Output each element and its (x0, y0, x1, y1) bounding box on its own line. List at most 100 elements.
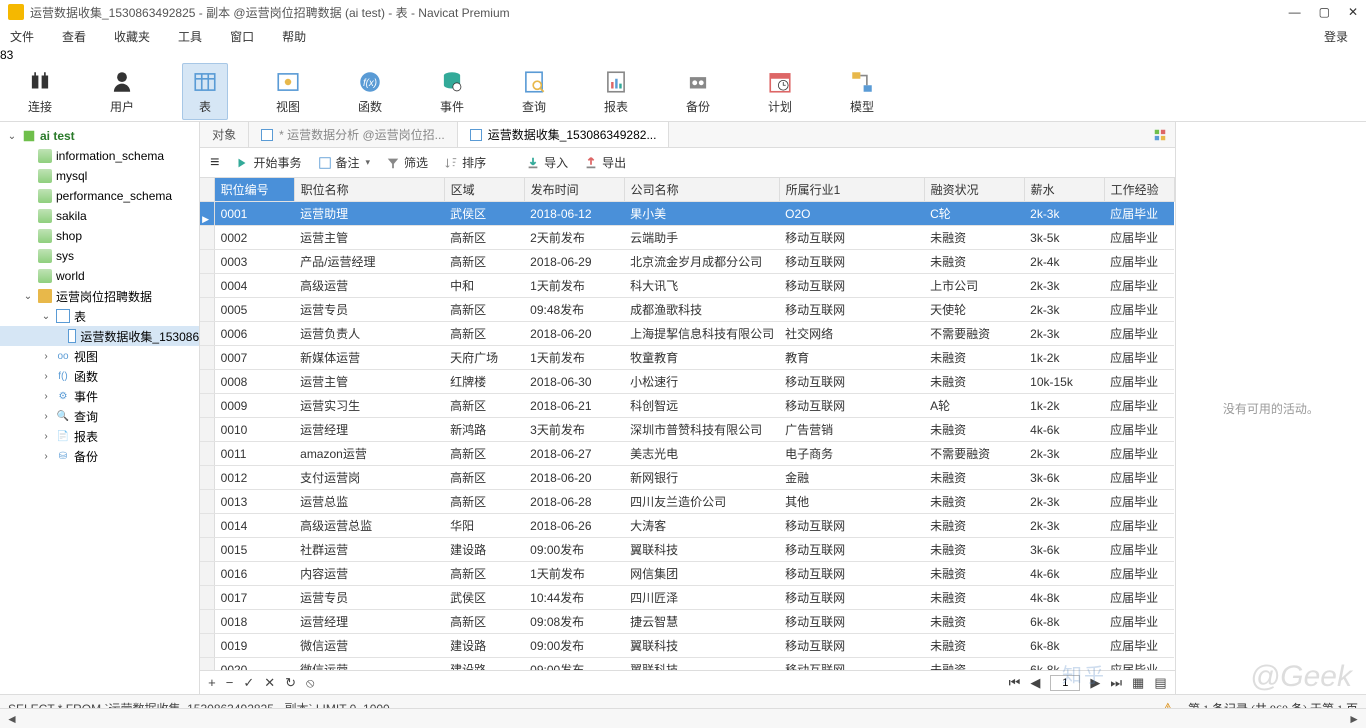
table-row[interactable]: 0005运营专员高新区09:48发布成都渔歌科技移动互联网天使轮2k-3k应届毕… (200, 298, 1174, 322)
table-row[interactable]: 0016内容运营高新区1天前发布网信集团移动互联网未融资4k-6k应届毕业 (200, 562, 1174, 586)
titlebar: 运营数据收集_1530863492825 - 副本 @运营岗位招聘数据 (ai … (0, 0, 1366, 24)
table-row[interactable]: 0013运营总监高新区2018-06-28四川友兰造价公司其他未融资2k-3k应… (200, 490, 1174, 514)
grid-view-button[interactable]: ▦ (1132, 675, 1144, 691)
form-view-button[interactable]: ▤ (1154, 675, 1166, 691)
db-world[interactable]: world (0, 266, 199, 286)
db-sakila[interactable]: sakila (0, 206, 199, 226)
menu-window[interactable]: 窗口 (230, 28, 254, 45)
stop-button[interactable]: ⦸ (306, 675, 314, 691)
database-icon (38, 189, 52, 203)
tool-function[interactable]: f(x)函数 (348, 64, 392, 119)
table-row[interactable]: 0006运营负责人高新区2018-06-20上海提挈信息科技有限公司社交网络不需… (200, 322, 1174, 346)
tree-函数[interactable]: ›f()函数 (0, 366, 199, 386)
login-link[interactable]: 登录 (1324, 28, 1348, 45)
first-page-button[interactable]: ⏮ (1009, 675, 1021, 691)
table-row[interactable]: 0011amazon运营高新区2018-06-27美志光电电子商务不需要融资2k… (200, 442, 1174, 466)
tool-view[interactable]: 视图 (266, 64, 310, 119)
db-mysql[interactable]: mysql (0, 166, 199, 186)
tool-event[interactable]: 事件 (430, 64, 474, 119)
table-row[interactable]: 0017运营专员武侯区10:44发布四川匠泽移动互联网未融资4k-8k应届毕业 (200, 586, 1174, 610)
grid-menu-button[interactable]: ≡ (210, 154, 219, 172)
export-button[interactable]: 导出 (584, 154, 626, 171)
col-header[interactable]: 融资状况 (924, 178, 1024, 202)
prev-page-button[interactable]: ◀ (1030, 675, 1040, 691)
table-row[interactable]: 0001运营助理武侯区2018-06-12果小美O2OC轮2k-3k应届毕业 (200, 202, 1174, 226)
minimize-button[interactable]: — (1289, 5, 1301, 19)
add-row-button[interactable]: + (208, 675, 216, 690)
note-button[interactable]: 备注 (318, 154, 371, 171)
scroll-right-button[interactable]: ► (1348, 712, 1360, 726)
db-information_schema[interactable]: information_schema (0, 146, 199, 166)
last-page-button[interactable]: ⏭ (1110, 675, 1122, 691)
col-header[interactable]: 发布时间 (524, 178, 624, 202)
next-page-button[interactable]: ▶ (1090, 675, 1100, 691)
tab-options-button[interactable] (1145, 122, 1175, 147)
table-row[interactable]: 0020微信运营建设路09:00发布翼联科技移动互联网未融资6k-8k应届毕业 (200, 658, 1174, 671)
table-row[interactable]: 0014高级运营总监华阳2018-06-26大涛客移动互联网未融资2k-3k应届… (200, 514, 1174, 538)
cancel-edit-button[interactable]: ✕ (264, 675, 275, 691)
db-shop[interactable]: shop (0, 226, 199, 246)
menu-help[interactable]: 帮助 (282, 28, 306, 45)
menu-file[interactable]: 文件 (10, 28, 34, 45)
tool-user[interactable]: 用户 (100, 64, 144, 119)
notification-badge[interactable]: 83 (0, 48, 1366, 62)
col-header[interactable]: 职位名称 (294, 178, 444, 202)
tree-备份[interactable]: ›⛁备份 (0, 446, 199, 466)
col-header[interactable]: 所属行业1 (779, 178, 924, 202)
menu-view[interactable]: 查看 (62, 28, 86, 45)
col-header[interactable]: 区域 (444, 178, 524, 202)
tool-model[interactable]: 模型 (840, 64, 884, 119)
menu-tools[interactable]: 工具 (178, 28, 202, 45)
refresh-button[interactable]: ↻ (285, 675, 296, 691)
col-header[interactable]: 公司名称 (624, 178, 779, 202)
tree-查询[interactable]: ›🔍查询 (0, 406, 199, 426)
table-row[interactable]: 0018运营经理高新区09:08发布捷云智慧移动互联网未融资6k-8k应届毕业 (200, 610, 1174, 634)
table-row[interactable]: 0002运营主管高新区2天前发布云端助手移动互联网未融资3k-5k应届毕业 (200, 226, 1174, 250)
commit-button[interactable]: ✓ (243, 675, 254, 691)
tool-query[interactable]: 查询 (512, 64, 556, 119)
table-row[interactable]: 0003产品/运营经理高新区2018-06-29北京流金岁月成都分公司移动互联网… (200, 250, 1174, 274)
tool-table[interactable]: 表 (182, 63, 228, 120)
conn-node[interactable]: ⌄ai test (0, 126, 199, 146)
scroll-left-button[interactable]: ◄ (6, 712, 18, 726)
col-header[interactable]: 工作经验 (1104, 178, 1174, 202)
db-open[interactable]: ⌄运营岗位招聘数据 (0, 286, 199, 306)
table-row[interactable]: 0015社群运营建设路09:00发布翼联科技移动互联网未融资3k-6k应届毕业 (200, 538, 1174, 562)
model-icon (848, 68, 876, 96)
page-input[interactable] (1050, 675, 1080, 691)
tool-schedule[interactable]: 计划 (758, 64, 802, 119)
table-row[interactable]: 0004高级运营中和1天前发布科大讯飞移动互联网上市公司2k-3k应届毕业 (200, 274, 1174, 298)
table-row[interactable]: 0009运营实习生高新区2018-06-21科创智远移动互联网A轮1k-2k应届… (200, 394, 1174, 418)
tree-事件[interactable]: ›⚙事件 (0, 386, 199, 406)
menu-fav[interactable]: 收藏夹 (114, 28, 150, 45)
tool-connect[interactable]: 连接 (18, 64, 62, 119)
tab-objects[interactable]: 对象 (200, 122, 249, 147)
delete-row-button[interactable]: − (226, 675, 234, 690)
window-title: 运营数据收集_1530863492825 - 副本 @运营岗位招聘数据 (ai … (30, 4, 1289, 21)
tab-analysis[interactable]: * 运营数据分析 @运营岗位招... (249, 122, 458, 147)
begin-transaction-button[interactable]: 开始事务 (235, 154, 301, 171)
content-tabs: 对象 * 运营数据分析 @运营岗位招... 运营数据收集_15308634928… (200, 122, 1175, 148)
tool-report[interactable]: 报表 (594, 64, 638, 119)
data-grid[interactable]: 职位编号职位名称区域发布时间公司名称所属行业1融资状况薪水工作经验0001运营助… (200, 178, 1175, 670)
col-header[interactable]: 职位编号 (214, 178, 294, 202)
tree-视图[interactable]: ›oo视图 (0, 346, 199, 366)
tool-backup[interactable]: 备份 (676, 64, 720, 119)
table-item[interactable]: 运营数据收集_153086 (0, 326, 199, 346)
import-button[interactable]: 导入 (526, 154, 568, 171)
table-row[interactable]: 0007新媒体运营天府广场1天前发布牧童教育教育未融资1k-2k应届毕业 (200, 346, 1174, 370)
table-row[interactable]: 0012支付运营岗高新区2018-06-20新网银行金融未融资3k-6k应届毕业 (200, 466, 1174, 490)
filter-button[interactable]: 筛选 (386, 154, 428, 171)
table-row[interactable]: 0008运营主管红牌楼2018-06-30小松速行移动互联网未融资10k-15k… (200, 370, 1174, 394)
col-header[interactable]: 薪水 (1024, 178, 1104, 202)
table-row[interactable]: 0019微信运营建设路09:00发布翼联科技移动互联网未融资6k-8k应届毕业 (200, 634, 1174, 658)
tab-collection[interactable]: 运营数据收集_153086349282... (458, 122, 670, 147)
close-button[interactable]: ✕ (1348, 5, 1358, 19)
sort-button[interactable]: 排序 (444, 154, 486, 171)
db-sys[interactable]: sys (0, 246, 199, 266)
tree-报表[interactable]: ›📄报表 (0, 426, 199, 446)
db-performance_schema[interactable]: performance_schema (0, 186, 199, 206)
tables-node[interactable]: ⌄表 (0, 306, 199, 326)
table-row[interactable]: 0010运营经理新鸿路3天前发布深圳市普赞科技有限公司广告营销未融资4k-6k应… (200, 418, 1174, 442)
maximize-button[interactable]: ▢ (1319, 5, 1330, 19)
